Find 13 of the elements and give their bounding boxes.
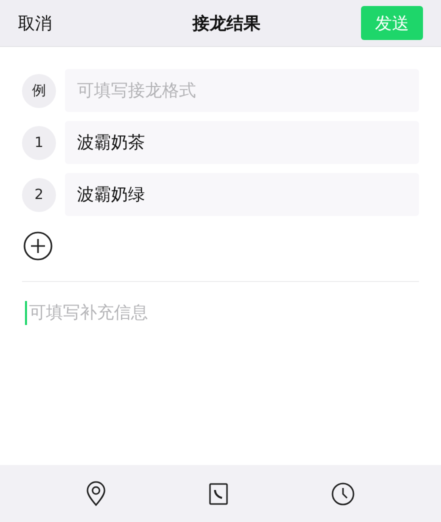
number-badge: 1 — [22, 126, 56, 160]
input-field[interactable]: 波霸奶绿 — [65, 173, 419, 216]
page-title: 接龙结果 — [192, 12, 260, 34]
number-badge: 2 — [22, 178, 56, 212]
clock-icon[interactable] — [330, 482, 355, 506]
input-field[interactable]: 波霸奶茶 — [65, 121, 419, 164]
location-pin-icon[interactable] — [86, 480, 106, 506]
add-icon[interactable] — [23, 231, 53, 261]
cancel-button[interactable]: 取消 — [18, 12, 52, 34]
input-field[interactable]: 可填写补充信息 — [27, 300, 419, 326]
phone-icon[interactable] — [208, 482, 228, 504]
input-field[interactable]: 可填写接龙格式 — [65, 69, 419, 112]
example-badge: 例 — [22, 74, 56, 108]
